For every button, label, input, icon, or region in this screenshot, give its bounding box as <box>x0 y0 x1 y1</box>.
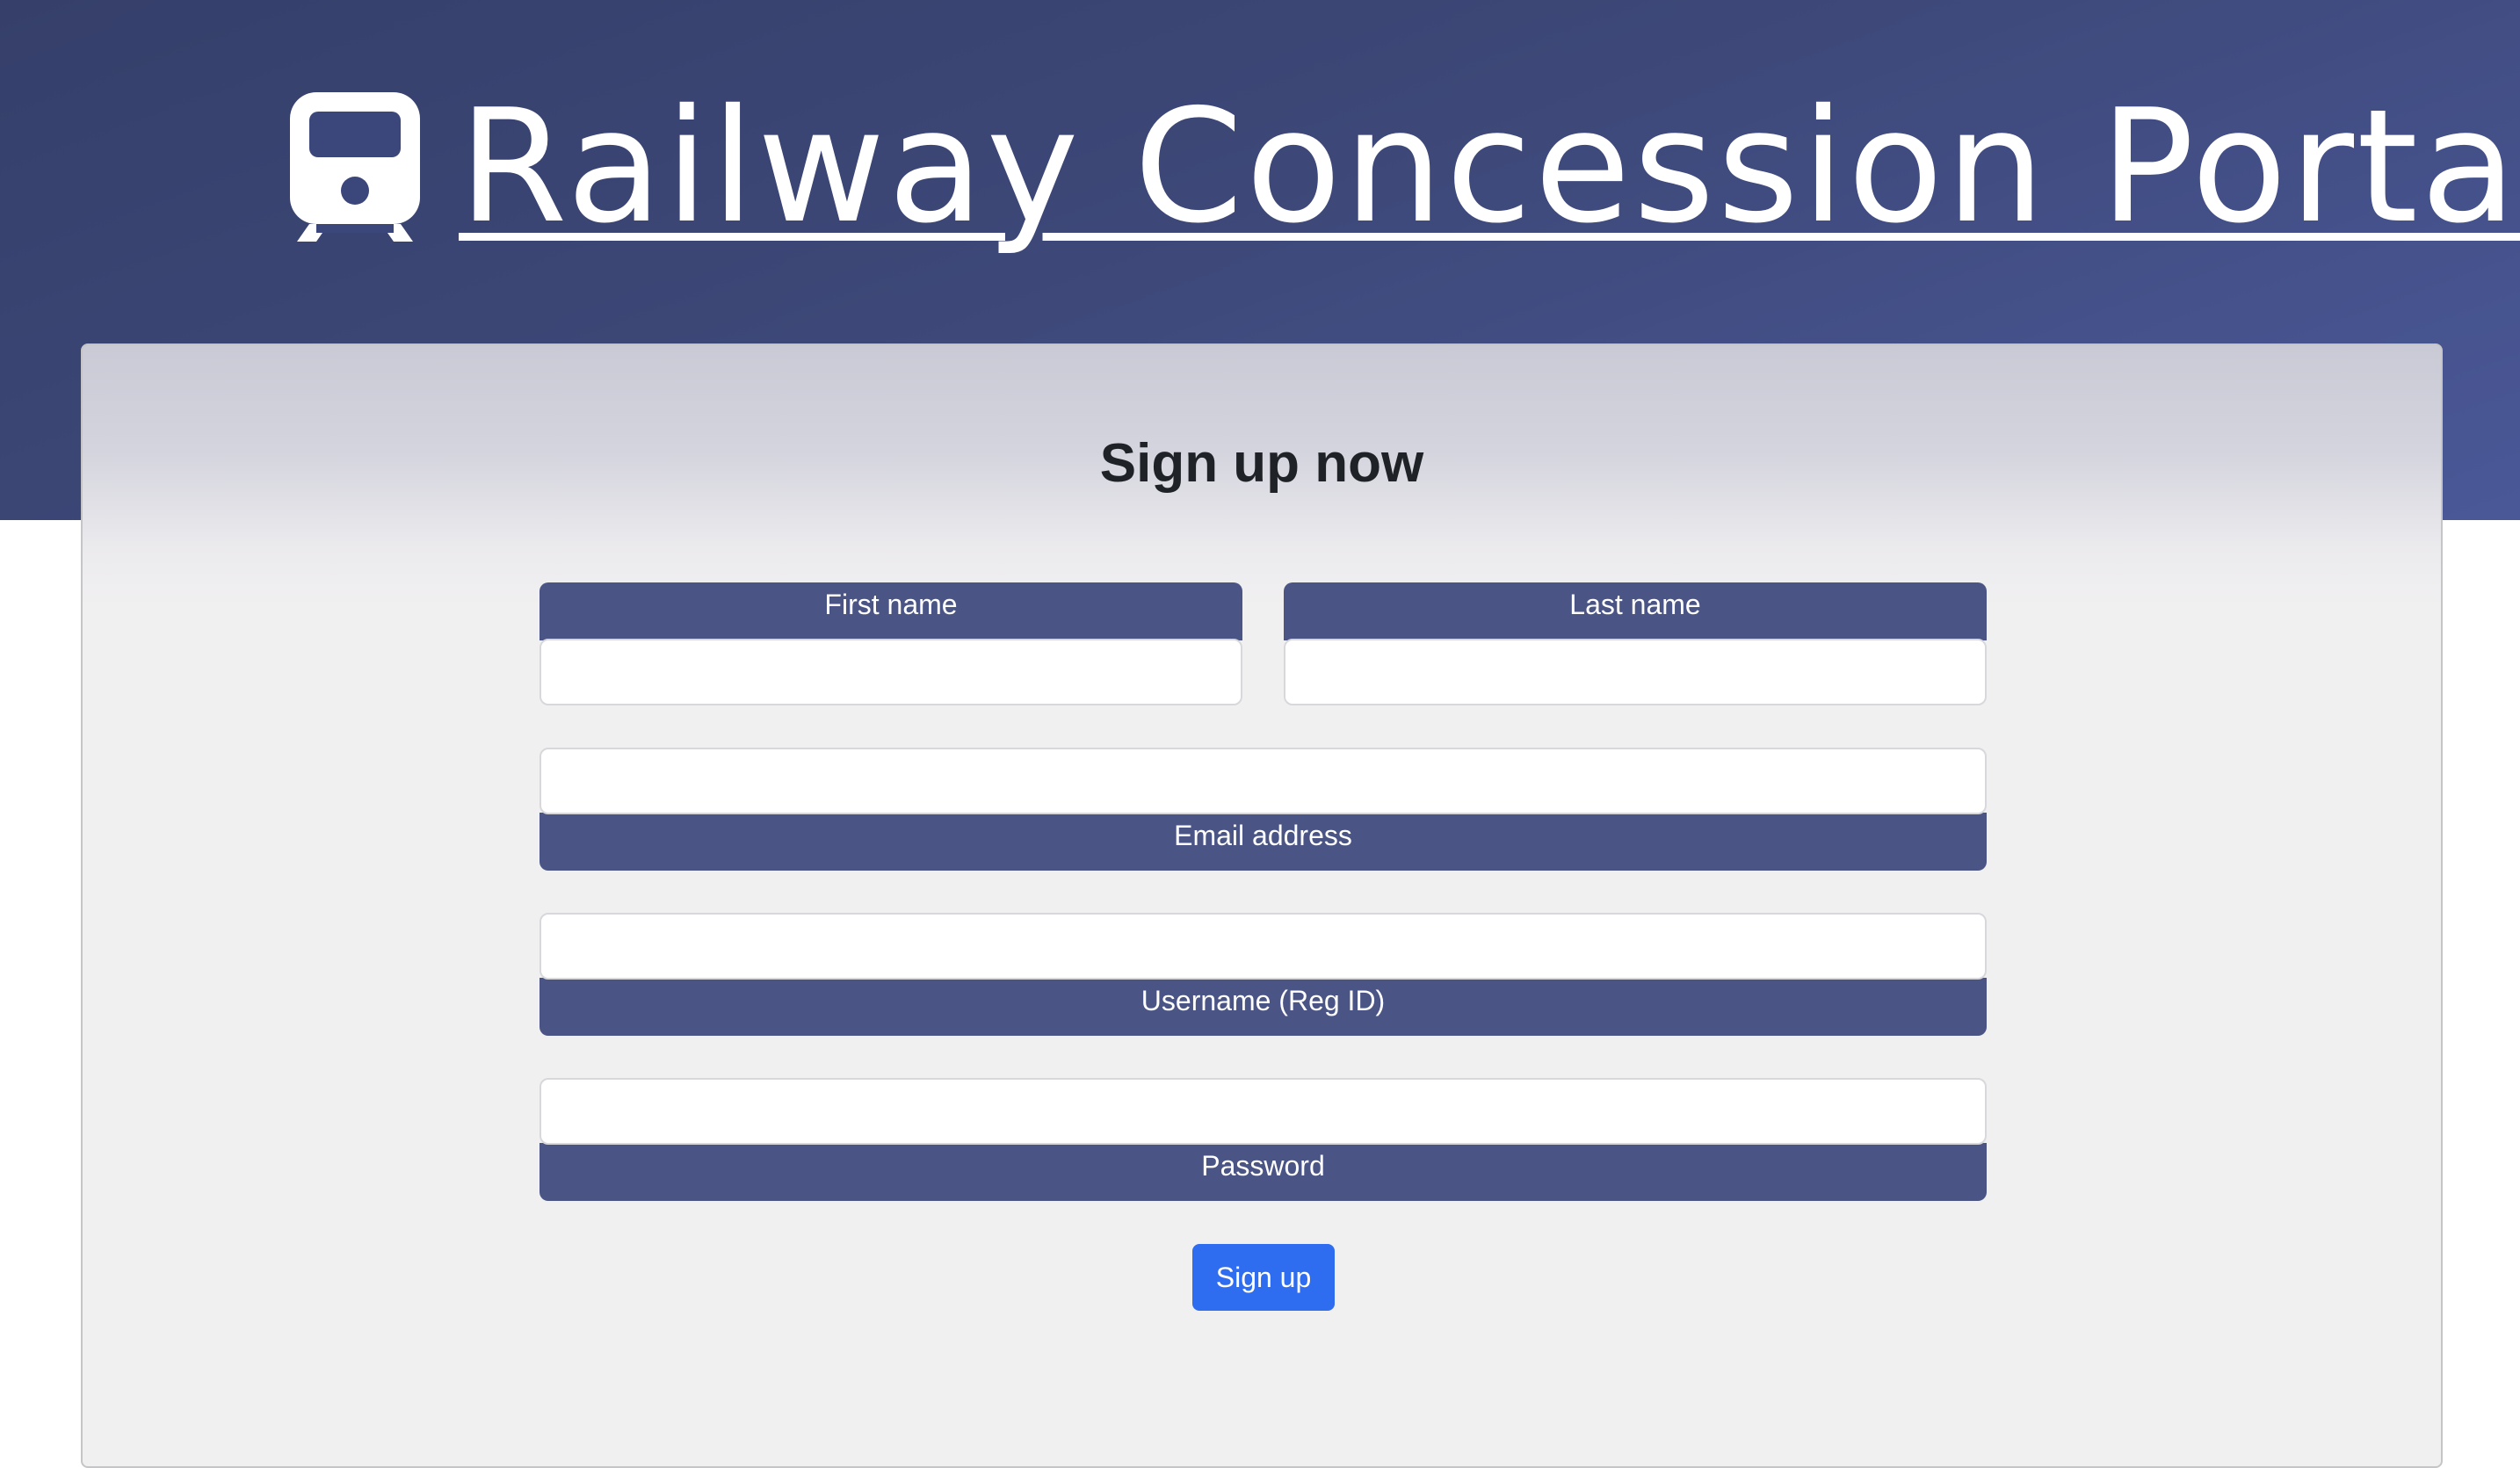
email-group: Email address <box>539 748 1987 871</box>
username-input[interactable] <box>539 913 1987 980</box>
signup-heading: Sign up now <box>1099 433 1424 494</box>
password-group: Password <box>539 1078 1987 1201</box>
first-name-group: First name <box>539 582 1242 705</box>
signup-card: Sign up now First name Last name Email a… <box>81 343 2443 1468</box>
last-name-input[interactable] <box>1284 639 1987 705</box>
email-label: Email address <box>539 813 1987 871</box>
password-label: Password <box>539 1143 1987 1201</box>
last-name-label: Last name <box>1284 582 1987 640</box>
last-name-group: Last name <box>1284 582 1987 705</box>
email-input[interactable] <box>539 748 1987 814</box>
portal-title: Railway Concession Portal <box>459 76 2520 257</box>
username-group: Username (Reg ID) <box>539 913 1987 1036</box>
sign-up-button[interactable]: Sign up <box>1192 1244 1335 1311</box>
password-input[interactable] <box>539 1078 1987 1145</box>
username-label: Username (Reg ID) <box>539 978 1987 1036</box>
first-name-label: First name <box>539 582 1242 640</box>
first-name-input[interactable] <box>539 639 1242 705</box>
train-icon <box>290 92 420 242</box>
portal-home-link[interactable]: Railway Concession Portal <box>290 79 2520 255</box>
